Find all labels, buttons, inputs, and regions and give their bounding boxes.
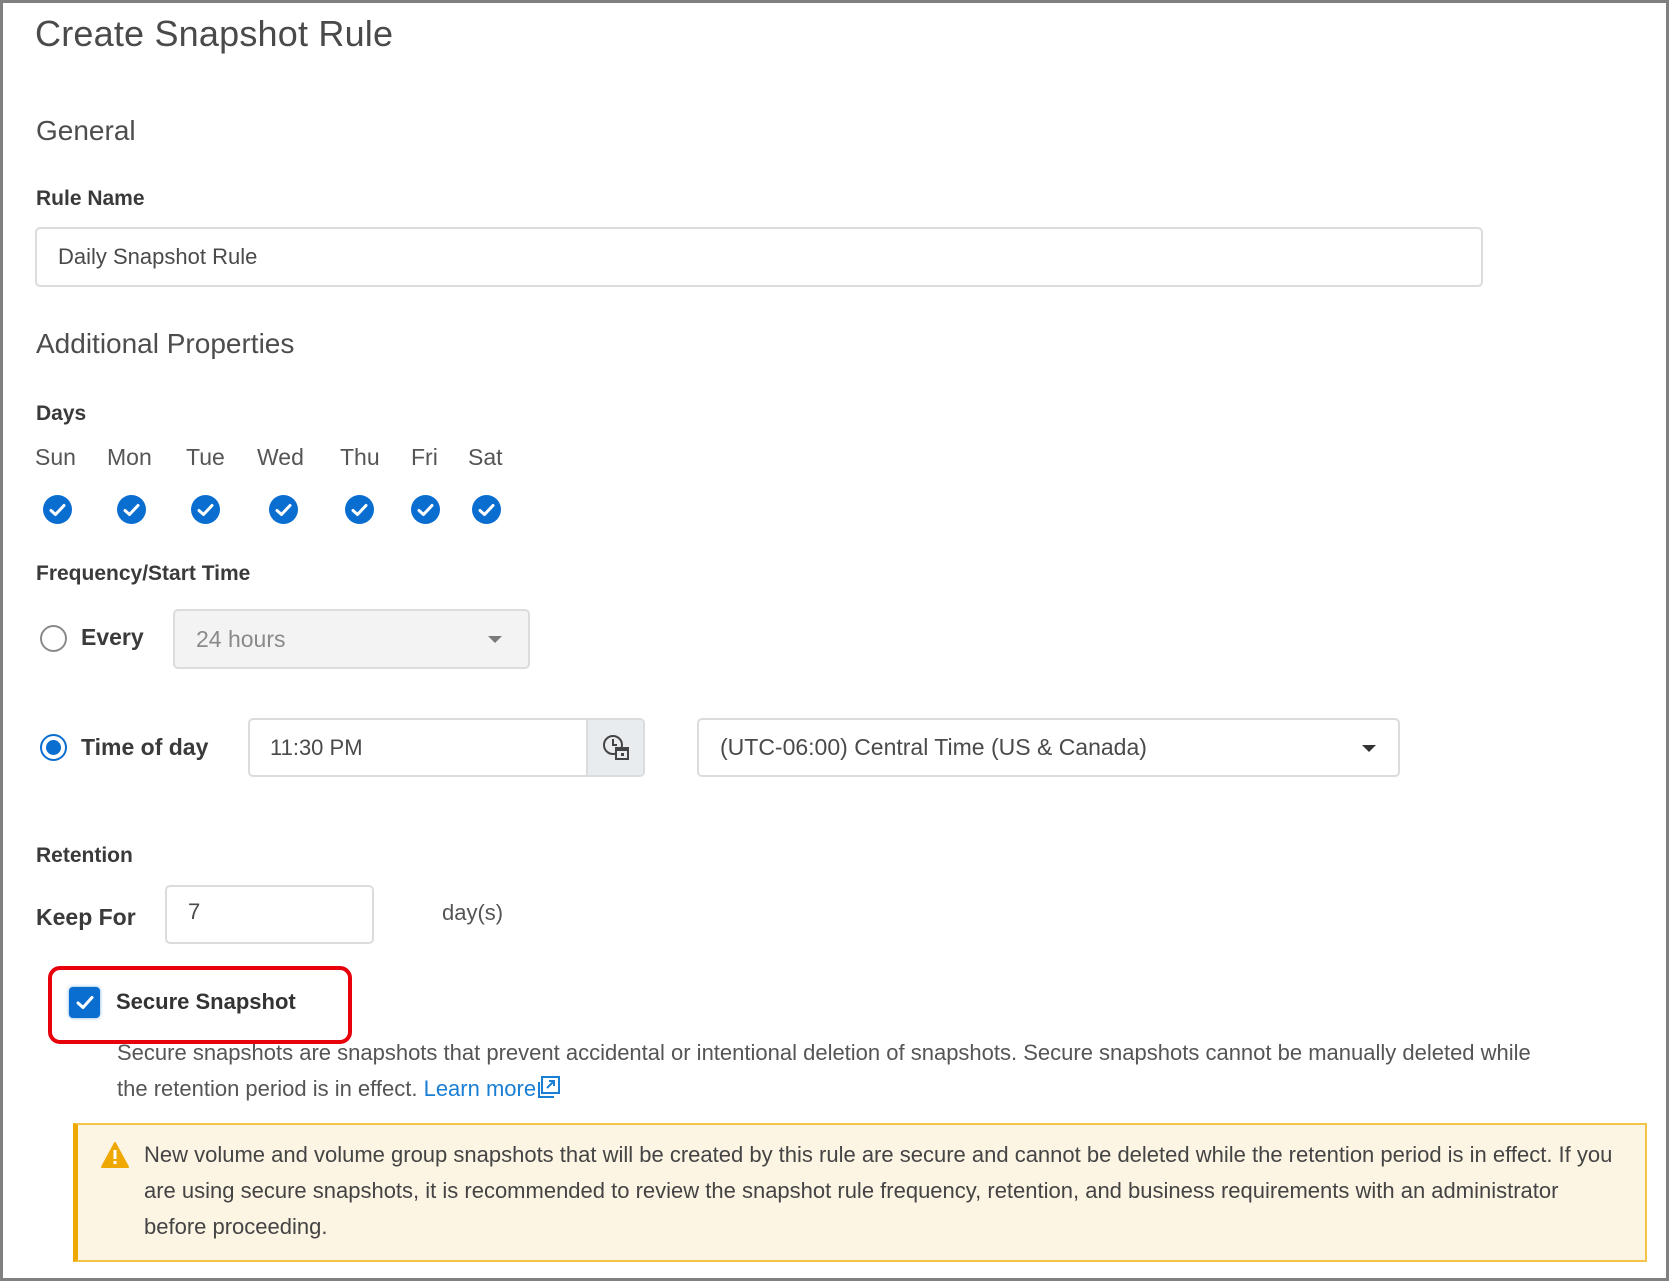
day-checkbox-fri[interactable]: [411, 495, 440, 524]
secure-snapshot-label: Secure Snapshot: [116, 989, 296, 1014]
frequency-label: Frequency/Start Time: [36, 562, 251, 585]
day-label-thu: Thu: [340, 444, 380, 470]
clock-calendar-icon: [602, 734, 629, 760]
time-of-day-label: Time of day: [81, 734, 209, 760]
check-icon: [123, 503, 140, 516]
chevron-down-icon: [1362, 744, 1376, 752]
every-interval-select[interactable]: 24 hours: [173, 609, 530, 669]
day-label-fri: Fri: [411, 444, 438, 470]
keep-for-unit: day(s): [442, 900, 504, 925]
every-interval-value: 24 hours: [196, 625, 286, 652]
retention-label: Retention: [36, 844, 133, 867]
days-label: Days: [36, 402, 87, 425]
time-of-day-radio[interactable]: [40, 734, 67, 761]
secure-snapshot-checkbox[interactable]: [69, 987, 100, 1018]
time-of-day-input[interactable]: 11:30 PM: [248, 718, 645, 777]
radio-selected-dot: [46, 740, 61, 755]
day-label-tue: Tue: [186, 444, 225, 470]
day-label-mon: Mon: [107, 444, 152, 470]
keep-for-label: Keep For: [36, 904, 136, 930]
day-checkbox-sun[interactable]: [43, 495, 72, 524]
day-checkbox-thu[interactable]: [345, 495, 374, 524]
time-of-day-value: 11:30 PM: [270, 734, 363, 760]
warning-triangle-icon: [101, 1142, 129, 1168]
day-checkbox-sat[interactable]: [472, 495, 501, 524]
section-title-additional-properties: Additional Properties: [36, 328, 295, 359]
keep-for-value: 7: [188, 899, 201, 924]
learn-more-link[interactable]: Learn more: [424, 1076, 563, 1101]
rule-name-value: Daily Snapshot Rule: [58, 244, 258, 269]
secure-snapshot-description: Secure snapshots are snapshots that prev…: [117, 1035, 1557, 1107]
day-label-wed: Wed: [257, 444, 304, 470]
learn-more-label: Learn more: [423, 1076, 537, 1101]
keep-for-input[interactable]: 7: [165, 885, 374, 944]
check-icon: [478, 503, 495, 516]
dialog-frame: Create Snapshot Rule General Rule Name D…: [0, 0, 1669, 1281]
chevron-down-icon: [488, 636, 502, 643]
check-icon: [417, 503, 434, 516]
day-label-sat: Sat: [468, 444, 503, 470]
check-icon: [197, 503, 214, 516]
rule-name-input[interactable]: Daily Snapshot Rule: [35, 227, 1483, 287]
day-checkbox-wed[interactable]: [269, 495, 298, 524]
day-checkbox-tue[interactable]: [191, 495, 220, 524]
time-picker-button[interactable]: [586, 720, 643, 775]
warning-text: New volume and volume group snapshots th…: [144, 1142, 1613, 1239]
secure-snapshot-description-text: Secure snapshots are snapshots that prev…: [117, 1040, 1531, 1101]
day-label-sun: Sun: [35, 444, 76, 470]
check-icon: [351, 503, 368, 516]
day-checkbox-mon[interactable]: [117, 495, 146, 524]
external-link-icon: [538, 1076, 561, 1098]
check-icon: [49, 503, 66, 516]
warning-alert: New volume and volume group snapshots th…: [73, 1123, 1647, 1262]
check-icon: [76, 996, 93, 1009]
timezone-value: (UTC-06:00) Central Time (US & Canada): [720, 734, 1147, 760]
rule-name-label: Rule Name: [36, 187, 145, 210]
check-icon: [275, 503, 292, 516]
page-title: Create Snapshot Rule: [35, 13, 394, 54]
every-label: Every: [81, 624, 144, 650]
every-radio[interactable]: [40, 625, 67, 652]
timezone-select[interactable]: (UTC-06:00) Central Time (US & Canada): [697, 718, 1400, 777]
section-title-general: General: [36, 115, 136, 146]
